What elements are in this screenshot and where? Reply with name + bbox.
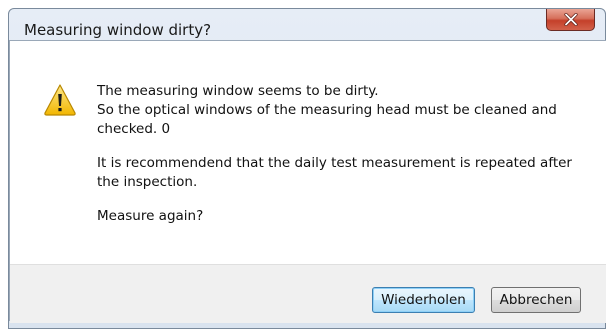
button-bar: Wiederholen Abbrechen xyxy=(10,264,606,323)
message-line: So the optical windows of the measuring … xyxy=(97,102,557,118)
message-line: checked. 0 xyxy=(97,121,171,137)
retry-button[interactable]: Wiederholen xyxy=(372,287,475,313)
dialog-title: Measuring window dirty? xyxy=(24,21,212,39)
close-icon xyxy=(564,13,578,26)
message-line: The measuring window seems to be dirty. xyxy=(97,83,379,99)
warning-triangle-icon xyxy=(44,84,76,116)
message-line: It is recommendend that the daily test m… xyxy=(97,155,572,171)
message-line: the inspection. xyxy=(97,174,198,190)
cancel-button[interactable]: Abbrechen xyxy=(491,287,581,313)
message-text: The measuring window seems to be dirty. … xyxy=(97,82,577,226)
question-text: Measure again? xyxy=(97,208,204,224)
close-button[interactable] xyxy=(546,9,595,31)
dialog-content: The measuring window seems to be dirty. … xyxy=(9,40,606,323)
